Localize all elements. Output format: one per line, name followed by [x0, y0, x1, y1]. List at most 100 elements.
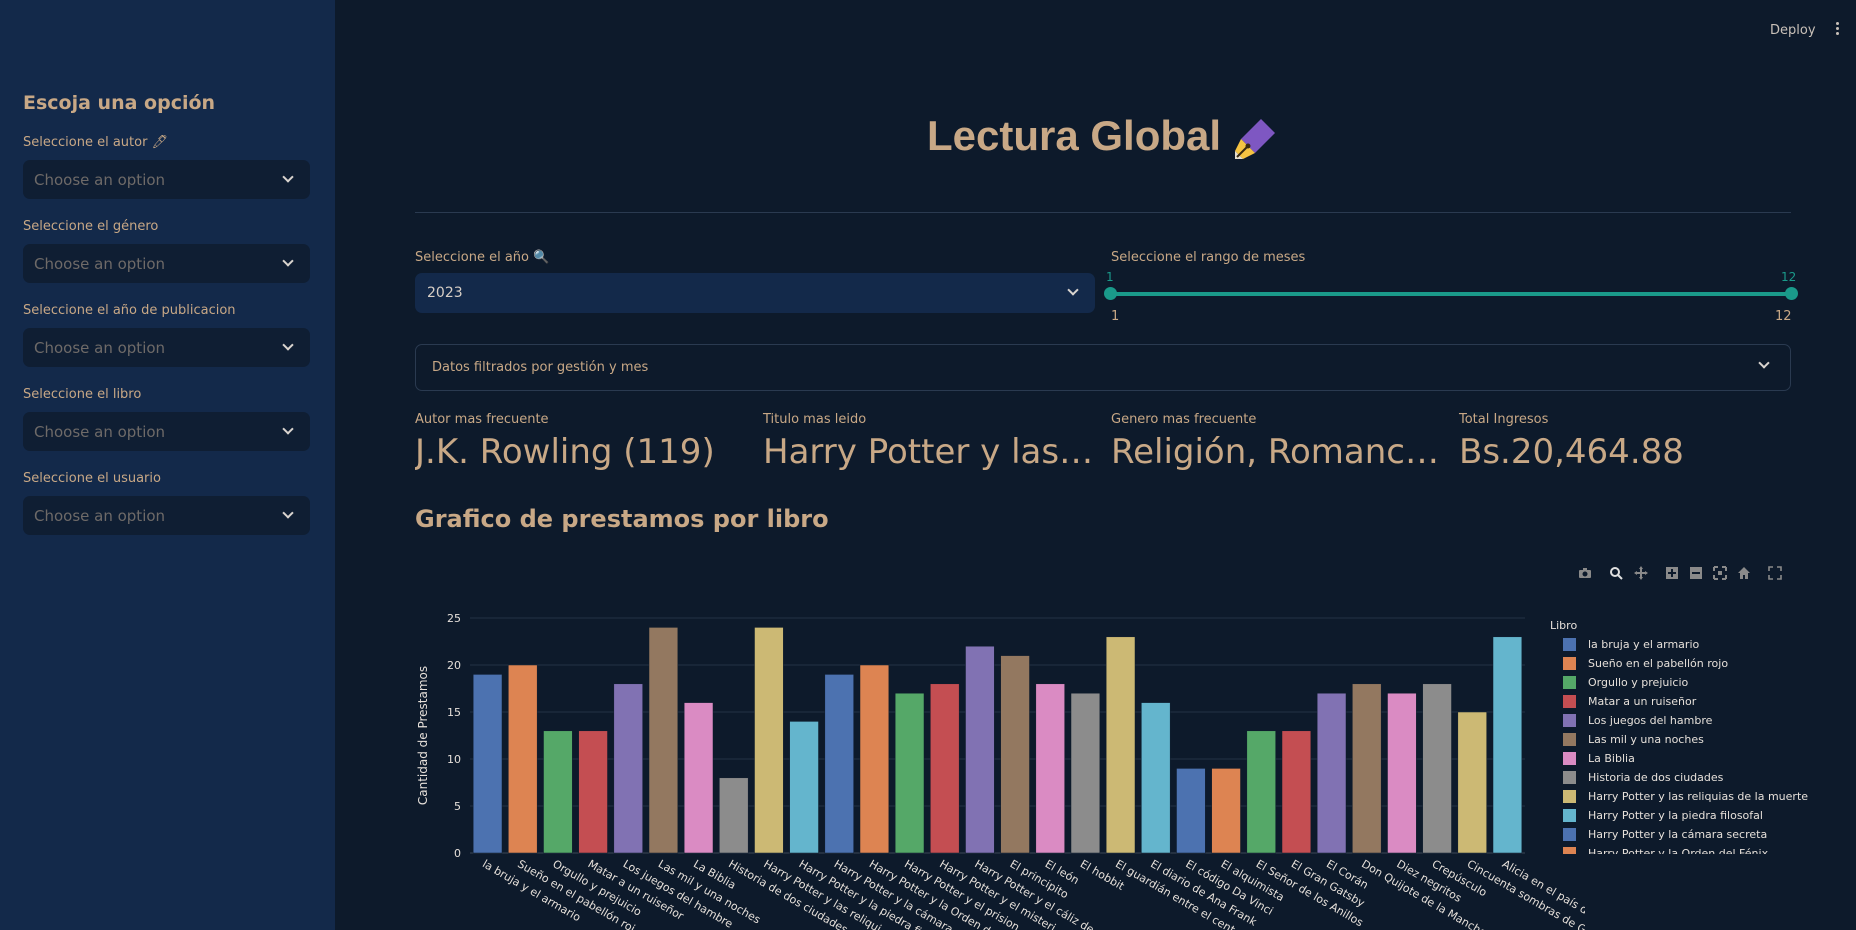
legend-label: Harry Potter y la cámara secreta [1588, 828, 1768, 841]
legend-item[interactable]: Harry Potter y la piedra filosofal [1560, 807, 1820, 826]
chart-bar [1422, 683, 1452, 854]
chart-bar [1281, 730, 1312, 854]
author-filter-label: Seleccione el autor 🖊 [23, 135, 169, 150]
legend-item[interactable]: Harry Potter y la Orden del Fénix [1560, 845, 1820, 854]
book-select-placeholder: Choose an option [34, 423, 166, 441]
user-select[interactable]: Choose an option [23, 496, 310, 535]
year-select[interactable]: 2023 [415, 273, 1095, 313]
metric-author-label: Autor mas frecuente [415, 412, 549, 427]
author-select[interactable]: Choose an option [23, 160, 310, 199]
legend-label: Orgullo y prejuicio [1588, 676, 1689, 689]
chevron-down-icon [282, 423, 294, 435]
legend-swatch [1563, 752, 1576, 765]
chart-bar [1457, 711, 1487, 854]
legend-item[interactable]: Harry Potter y las reliquias de la muert… [1560, 788, 1820, 807]
legend-label: Los juegos del hambre [1588, 714, 1713, 727]
filtered-data-expander[interactable]: Datos filtrados por gestión y mes [415, 344, 1791, 391]
book-filter-label: Seleccione el libro [23, 387, 142, 402]
chart-bar [1316, 692, 1347, 854]
legend-item[interactable]: la bruja y el armario [1560, 636, 1820, 655]
chart-bar [1141, 702, 1171, 854]
chart-bar [472, 674, 503, 854]
home-icon[interactable] [1737, 566, 1751, 580]
deploy-button[interactable]: Deploy [1770, 23, 1816, 38]
zoom-out-icon[interactable] [1689, 566, 1703, 580]
metric-author-value: J.K. Rowling (119) [415, 432, 715, 472]
metric-income-value: Bs.20,464.88 [1459, 432, 1684, 472]
chart-bar [613, 683, 643, 854]
genre-select[interactable]: Choose an option [23, 244, 310, 283]
y-tick-label: 20 [447, 659, 461, 672]
chevron-down-icon [1758, 357, 1770, 369]
legend-swatch [1563, 790, 1576, 803]
year-label: Seleccione el año 🔍 [415, 250, 550, 265]
chevron-down-icon [282, 339, 294, 351]
legend-swatch [1563, 828, 1576, 841]
autoscale-icon[interactable] [1713, 566, 1727, 580]
chart-section-title: Grafico de prestamos por libro [415, 505, 829, 533]
zoom-icon[interactable] [1609, 566, 1623, 580]
year-select-value: 2023 [427, 285, 463, 301]
slider-low-value: 1 [1106, 270, 1114, 284]
month-range-label: Seleccione el rango de meses [1111, 250, 1306, 265]
slider-high-handle[interactable] [1785, 287, 1798, 300]
fountain-pen-icon [1235, 118, 1276, 159]
slider-min-label: 1 [1111, 309, 1120, 324]
legend-label: La Biblia [1588, 752, 1635, 765]
slider-low-handle[interactable] [1104, 287, 1117, 300]
chevron-down-icon [282, 507, 294, 519]
legend-label: Harry Potter y la piedra filosofal [1588, 809, 1763, 822]
legend-item[interactable]: Orgullo y prejuicio [1560, 674, 1820, 693]
legend-swatch [1563, 676, 1576, 689]
book-select[interactable]: Choose an option [23, 412, 310, 451]
chart-bar [648, 627, 679, 854]
chart-bar [1176, 768, 1206, 854]
camera-icon[interactable] [1578, 566, 1592, 580]
chart-bar [859, 664, 890, 854]
legend-swatch [1563, 847, 1576, 854]
y-tick-label: 5 [454, 800, 461, 813]
metric-title-label: Titulo mas leido [763, 412, 867, 427]
metric-genre-label: Genero mas frecuente [1111, 412, 1257, 427]
legend-swatch [1563, 771, 1576, 784]
page-title: Lectura Global [415, 112, 1791, 163]
legend-item[interactable]: La Biblia [1560, 750, 1820, 769]
month-range-track[interactable] [1110, 292, 1791, 296]
metric-title-value: Harry Potter y las re… [763, 432, 1098, 472]
metric-genre-value: Religión, Romance (… [1111, 432, 1446, 472]
chevron-down-icon [282, 171, 294, 183]
genre-filter-label: Seleccione el género [23, 219, 159, 234]
y-tick-label: 10 [447, 753, 461, 766]
chart-bar [1211, 768, 1241, 854]
slider-max-label: 12 [1775, 309, 1792, 324]
legend-swatch [1563, 695, 1576, 708]
y-tick-label: 0 [454, 847, 461, 860]
y-axis-label: Cantidad de Prestamos [416, 666, 430, 805]
zoom-in-icon[interactable] [1665, 566, 1679, 580]
chart-bar [965, 645, 995, 854]
y-tick-label: 25 [447, 612, 461, 625]
expander-label: Datos filtrados por gestión y mes [432, 360, 649, 375]
pub-year-filter-label: Seleccione el año de publicacion [23, 303, 236, 318]
legend-swatch [1563, 809, 1576, 822]
y-tick-label: 15 [447, 706, 461, 719]
author-select-placeholder: Choose an option [34, 171, 166, 189]
legend-item[interactable]: Harry Potter y la cámara secreta [1560, 826, 1820, 845]
user-filter-label: Seleccione el usuario [23, 471, 161, 486]
fullscreen-icon[interactable] [1768, 566, 1782, 580]
main-menu-icon[interactable] [1836, 22, 1840, 38]
pub-year-select-placeholder: Choose an option [34, 339, 166, 357]
divider [415, 212, 1791, 213]
legend-item[interactable]: Sueño en el pabellón rojo [1560, 655, 1820, 674]
legend-item[interactable]: Los juegos del hambre [1560, 712, 1820, 731]
chart-bar [1000, 655, 1030, 854]
pan-icon[interactable] [1634, 566, 1648, 580]
legend-item[interactable]: Las mil y una noches [1560, 731, 1820, 750]
sidebar-title: Escoja una opción [23, 92, 216, 114]
legend-item[interactable]: Matar a un ruiseñor [1560, 693, 1820, 712]
chart-bar [683, 702, 714, 854]
pub-year-select[interactable]: Choose an option [23, 328, 310, 367]
legend-item[interactable]: Historia de dos ciudades [1560, 769, 1820, 788]
chart-bar [1492, 636, 1523, 854]
legend-label: Harry Potter y la Orden del Fénix [1588, 847, 1769, 854]
